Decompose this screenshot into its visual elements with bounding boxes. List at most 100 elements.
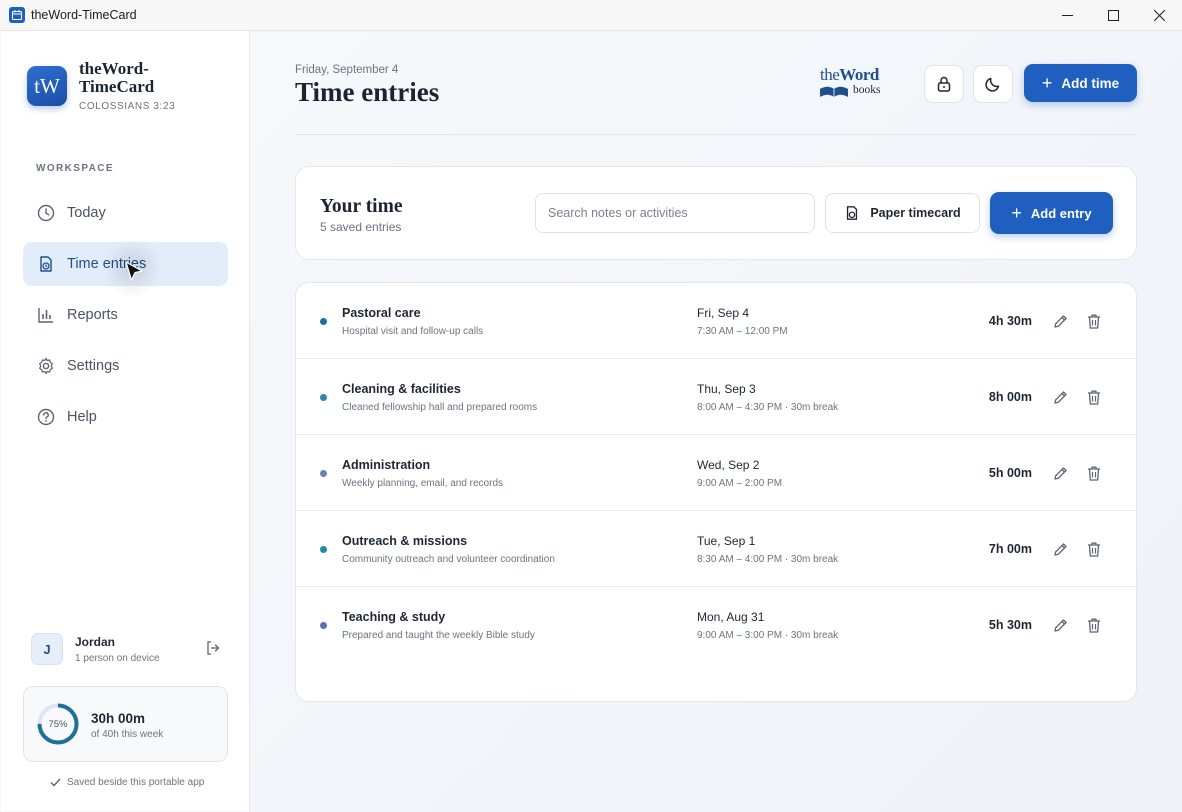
sidebar-item-help[interactable]: Help [23,395,228,439]
plus-icon: + [1011,203,1022,223]
timecard-icon [844,205,860,221]
logout-icon[interactable] [205,640,221,661]
entry-time-range: 9:00 AM – 2:00 PM [697,478,783,489]
saved-note: Saved beside this portable app [67,777,205,788]
week-subtitle: of 40h this week [91,729,164,740]
activity-dot [320,470,327,477]
entry-activity: Outreach & missions [342,534,468,548]
window-title: theWord-TimeCard [31,8,137,22]
table-row[interactable]: Outreach & missions Community outreach a… [296,511,1136,587]
pencil-icon[interactable] [1050,539,1070,559]
search-input[interactable] [535,193,815,233]
close-button[interactable] [1136,0,1182,31]
activity-dot [320,546,327,553]
week-hours: 30h 00m [91,711,146,726]
entry-duration: 5h 30m [988,618,1032,632]
timecard-icon [37,255,55,273]
entry-day: Wed, Sep 2 [697,458,760,472]
sidebar-item-label: Help [67,409,97,425]
time-entries-list: Pastoral care Hospital visit and follow-… [295,282,1137,702]
entry-activity: Administration [342,458,431,472]
your-time-heading: Your time [320,196,403,217]
add-entry-button[interactable]: + Add entry [990,192,1113,234]
user-text: Jordan 1 person on device [75,635,160,664]
entry-note: Community outreach and volunteer coordin… [342,554,555,565]
lock-icon [937,76,951,92]
bar-chart-icon [37,306,55,324]
brand: tW theWord-TimeCard COLOSSIANS 3:23 [27,60,189,112]
weekly-progress-card: 75% 30h 00m of 40h this week [23,686,228,762]
minimize-icon [1061,15,1073,16]
minimize-button[interactable] [1044,0,1090,31]
user-profile: J Jordan 1 person on device [31,632,221,666]
header-divider [295,134,1137,135]
activity-dot [320,394,327,401]
entry-time-range: 9:00 AM – 3:00 PM · 30m break [697,630,839,641]
trash-icon[interactable] [1084,311,1104,331]
entry-day: Tue, Sep 1 [697,534,756,548]
entry-time-range: 8:00 AM – 4:30 PM · 30m break [697,402,839,413]
activity-dot [320,622,327,629]
trash-icon[interactable] [1084,539,1104,559]
entry-note: Cleaned fellowship hall and prepared roo… [342,402,538,413]
close-icon [1153,10,1165,21]
brand-verse: COLOSSIANS 3:23 [79,101,176,112]
trash-icon[interactable] [1084,463,1104,483]
table-row[interactable]: Cleaning & facilities Cleaned fellowship… [296,359,1136,435]
pencil-icon[interactable] [1050,615,1070,635]
sidebar-item-reports[interactable]: Reports [23,293,228,337]
clock-icon [37,204,55,222]
main-content: Friday, September 4 Time entries theWord… [251,31,1182,812]
table-row[interactable]: Pastoral care Hospital visit and follow-… [296,283,1136,359]
saved-entries-count: 5 saved entries [320,220,402,234]
entry-day: Mon, Aug 31 [697,610,765,624]
entry-day: Fri, Sep 4 [697,306,750,320]
logo-wordmark: theWord [820,65,879,84]
sidebar-item-settings[interactable]: Settings [23,344,228,388]
title-bar: theWord-TimeCard [0,0,1182,31]
entry-note: Hospital visit and follow-up calls [342,326,484,337]
entry-activity: Cleaning & facilities [342,382,461,396]
entry-duration: 5h 00m [988,466,1032,480]
logo-books: books [853,84,881,96]
add-time-button[interactable]: + Add time [1024,64,1137,102]
maximize-button[interactable] [1090,0,1136,31]
entry-day: Thu, Sep 3 [697,382,756,396]
add-entry-label: Add entry [1030,205,1092,221]
trash-icon[interactable] [1084,615,1104,635]
maximize-icon [1107,10,1119,21]
activity-dot [320,318,327,325]
add-time-label: Add time [1061,75,1120,91]
sidebar-item-today[interactable]: Today [23,191,228,235]
user-name: Jordan [75,634,116,649]
paper-timecard-label: Paper timecard [870,206,961,220]
table-row[interactable]: Teaching & study Prepared and taught the… [296,587,1136,663]
sidebar-nav: Today Time entries Reports Settings Help [23,191,228,446]
progress-percent: 75% [48,718,68,730]
trash-icon[interactable] [1084,387,1104,407]
gear-icon [37,357,55,375]
lock-button[interactable] [924,65,964,103]
sidebar-item-time-entries[interactable]: Time entries [23,242,228,286]
dark-mode-button[interactable] [973,65,1013,103]
entry-time-range: 8:30 AM – 4:00 PM · 30m break [697,554,839,565]
entries-toolbar-card: Your time 5 saved entries Paper timecard… [295,166,1137,260]
pencil-icon[interactable] [1050,463,1070,483]
avatar: J [31,633,63,665]
entry-duration: 8h 00m [988,390,1032,404]
checkmark-icon [50,778,61,787]
pencil-icon[interactable] [1050,311,1070,331]
sidebar: tW theWord-TimeCard COLOSSIANS 3:23 WORK… [1,31,250,811]
table-row[interactable]: Administration Weekly planning, email, a… [296,435,1136,511]
entry-time-range: 7:30 AM – 12:00 PM [697,326,788,337]
sidebar-item-label: Time entries [67,256,147,272]
user-subtitle: 1 person on device [75,652,160,664]
brand-name: theWord-TimeCard [79,59,155,96]
moon-icon [985,77,1000,92]
pencil-icon[interactable] [1050,387,1070,407]
entry-duration: 7h 00m [988,542,1032,556]
open-book-icon [820,86,848,97]
brand-text: theWord-TimeCard COLOSSIANS 3:23 [79,59,189,113]
paper-timecard-button[interactable]: Paper timecard [825,193,980,233]
sidebar-item-label: Today [67,205,106,221]
